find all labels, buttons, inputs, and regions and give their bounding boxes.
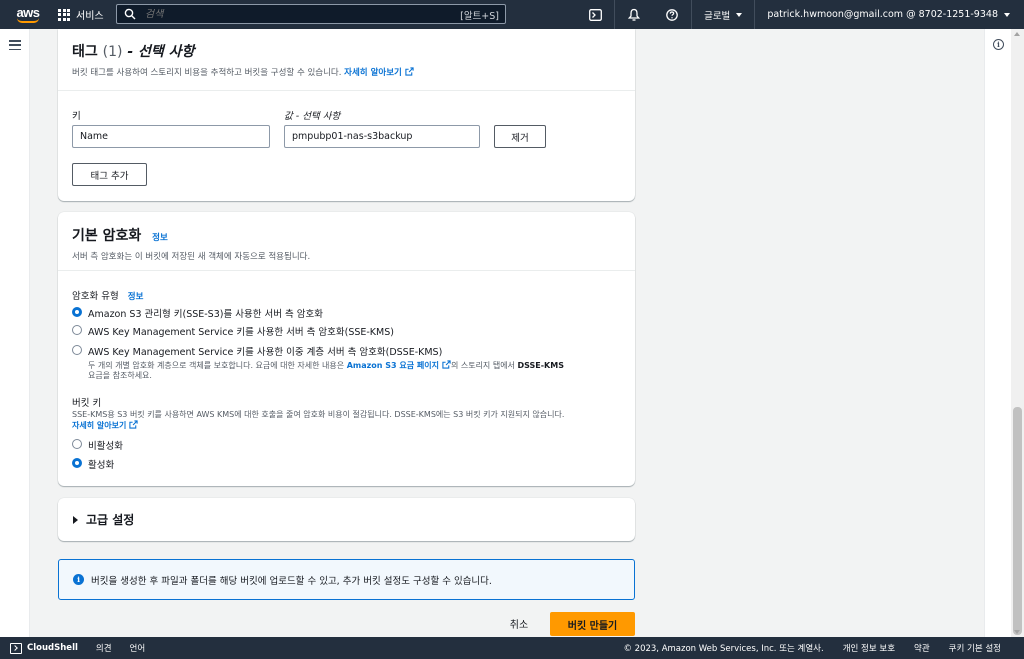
- feedback-link[interactable]: 의견: [96, 642, 112, 654]
- dsse-kms-description: 두 개의 개별 암호화 계층으로 객체를 보호합니다. 요금에 대한 자세한 내…: [88, 360, 564, 380]
- search-icon: [124, 8, 136, 20]
- bucket-key-label: 버킷 키: [72, 398, 102, 409]
- top-navigation: aws 서비스 [알트+S] 글로벌 patrick.hwmoon@gmail.…: [0, 0, 1024, 29]
- encryption-type-info-link[interactable]: 정보: [128, 292, 144, 302]
- external-link-icon: [129, 420, 138, 429]
- search-bar[interactable]: [알트+S]: [116, 4, 506, 24]
- encryption-type-label: 암호화 유형 정보: [72, 291, 144, 302]
- radio-button[interactable]: [72, 307, 82, 317]
- chevron-down-icon: [736, 12, 743, 17]
- terminal-icon: [10, 642, 22, 654]
- copyright-text: © 2023, Amazon Web Services, Inc. 또는 계열사…: [623, 644, 824, 654]
- remove-tag-button[interactable]: 제거: [494, 125, 546, 148]
- value-label: 값 - 선택 사항: [284, 111, 341, 122]
- aws-smile-icon: [17, 18, 39, 23]
- left-rail: [0, 29, 30, 637]
- tags-panel: 태그 (1) - 선택 사항 버킷 태그를 사용하여 스토리지 비용을 추적하고…: [58, 29, 635, 201]
- language-link[interactable]: 언어: [130, 642, 146, 654]
- help-icon: [666, 8, 678, 21]
- encryption-title: 기본 암호화 정보: [72, 228, 168, 244]
- add-tag-button[interactable]: 태그 추가: [72, 163, 147, 186]
- advanced-settings-expander[interactable]: 고급 설정: [58, 498, 635, 541]
- region-label: 글로벌: [704, 10, 731, 22]
- tags-title: 태그 (1) - 선택 사항: [72, 44, 195, 60]
- tags-description: 버킷 태그를 사용하여 스토리지 비용을 추적하고 버킷을 구성할 수 있습니다…: [72, 66, 621, 78]
- external-link-icon: [442, 360, 451, 369]
- footer: CloudShell 의견 언어 © 2023, Amazon Web Serv…: [0, 637, 1024, 659]
- info-alert-message: 버킷을 생성한 후 파일과 폴더를 해당 버킷에 업로드할 수 있고, 추가 버…: [91, 575, 492, 587]
- cookie-preferences-link[interactable]: 쿠키 기본 설정: [949, 642, 1001, 654]
- search-shortcut: [알트+S]: [460, 11, 499, 22]
- radio-dsse-kms[interactable]: AWS Key Management Service 키를 사용한 이중 계층 …: [72, 344, 628, 381]
- scroll-down-icon[interactable]: [1014, 630, 1020, 634]
- bucket-key-description: SSE-KMS용 S3 버킷 키를 사용하면 AWS KMS에 대한 호출을 줄…: [72, 410, 565, 430]
- right-rail: i: [984, 29, 1011, 637]
- cloudshell-icon: [588, 8, 602, 21]
- notifications-button[interactable]: [615, 0, 653, 29]
- tag-key-input[interactable]: [72, 125, 270, 148]
- encryption-description: 서버 측 암호화는 이 버킷에 저장된 새 객체에 자동으로 적용됩니다.: [72, 252, 311, 262]
- account-label: patrick.hwmoon@gmail.com @ 8702-1251-934…: [767, 9, 998, 20]
- privacy-link[interactable]: 개인 정보 보호: [843, 642, 895, 654]
- info-icon: i: [73, 574, 84, 585]
- services-menu[interactable]: 서비스: [58, 0, 104, 29]
- scroll-thumb[interactable]: [1013, 407, 1022, 635]
- s3-pricing-link[interactable]: Amazon S3 요금 페이지: [347, 360, 451, 370]
- page-scrollbar[interactable]: [1011, 29, 1024, 637]
- aws-logo[interactable]: aws: [8, 0, 48, 29]
- radio-button[interactable]: [72, 458, 82, 468]
- encryption-panel: 기본 암호화 정보 서버 측 암호화는 이 버킷에 저장된 새 객체에 자동으로…: [58, 212, 635, 486]
- region-selector[interactable]: 글로벌: [692, 0, 754, 29]
- chevron-down-icon: [1004, 12, 1010, 17]
- external-link-icon: [405, 67, 414, 76]
- encryption-info-link[interactable]: 정보: [152, 233, 168, 243]
- info-alert: i 버킷을 생성한 후 파일과 폴더를 해당 버킷에 업로드할 수 있고, 추가…: [58, 559, 635, 600]
- tags-learn-more-link[interactable]: 자세히 알아보기: [344, 67, 414, 78]
- advanced-settings-label: 고급 설정: [86, 513, 135, 527]
- radio-sse-s3[interactable]: Amazon S3 관리형 키(SSE-S3)를 사용한 서버 측 암호화: [72, 306, 323, 320]
- caret-right-icon: [73, 515, 78, 524]
- cloudshell-footer-button[interactable]: CloudShell: [10, 642, 78, 654]
- info-panel-icon[interactable]: i: [993, 39, 1004, 50]
- services-label: 서비스: [76, 11, 104, 22]
- scroll-up-icon[interactable]: [1014, 32, 1020, 36]
- search-input[interactable]: [145, 8, 445, 20]
- create-bucket-button[interactable]: 버킷 만들기: [550, 612, 635, 636]
- cancel-button[interactable]: 취소: [500, 612, 538, 634]
- bell-icon: [628, 8, 641, 21]
- radio-sse-kms[interactable]: AWS Key Management Service 키를 사용한 서버 측 암…: [72, 324, 394, 338]
- cloudshell-button[interactable]: [576, 0, 614, 29]
- radio-button[interactable]: [72, 345, 82, 355]
- aws-logo-text: aws: [16, 4, 40, 20]
- radio-button[interactable]: [72, 439, 82, 449]
- radio-bucket-key-enable[interactable]: 활성화: [72, 457, 114, 471]
- key-label: 키: [72, 111, 81, 122]
- account-menu[interactable]: patrick.hwmoon@gmail.com @ 8702-1251-934…: [755, 0, 1024, 29]
- help-button[interactable]: [653, 0, 691, 29]
- menu-icon[interactable]: [9, 40, 21, 50]
- radio-button[interactable]: [72, 325, 82, 335]
- grid-icon: [58, 8, 70, 21]
- bucket-key-learn-more-link[interactable]: 자세히 알아보기: [72, 420, 138, 430]
- radio-bucket-key-disable[interactable]: 비활성화: [72, 438, 123, 452]
- tag-value-input[interactable]: [284, 125, 480, 148]
- terms-link[interactable]: 약관: [914, 642, 930, 654]
